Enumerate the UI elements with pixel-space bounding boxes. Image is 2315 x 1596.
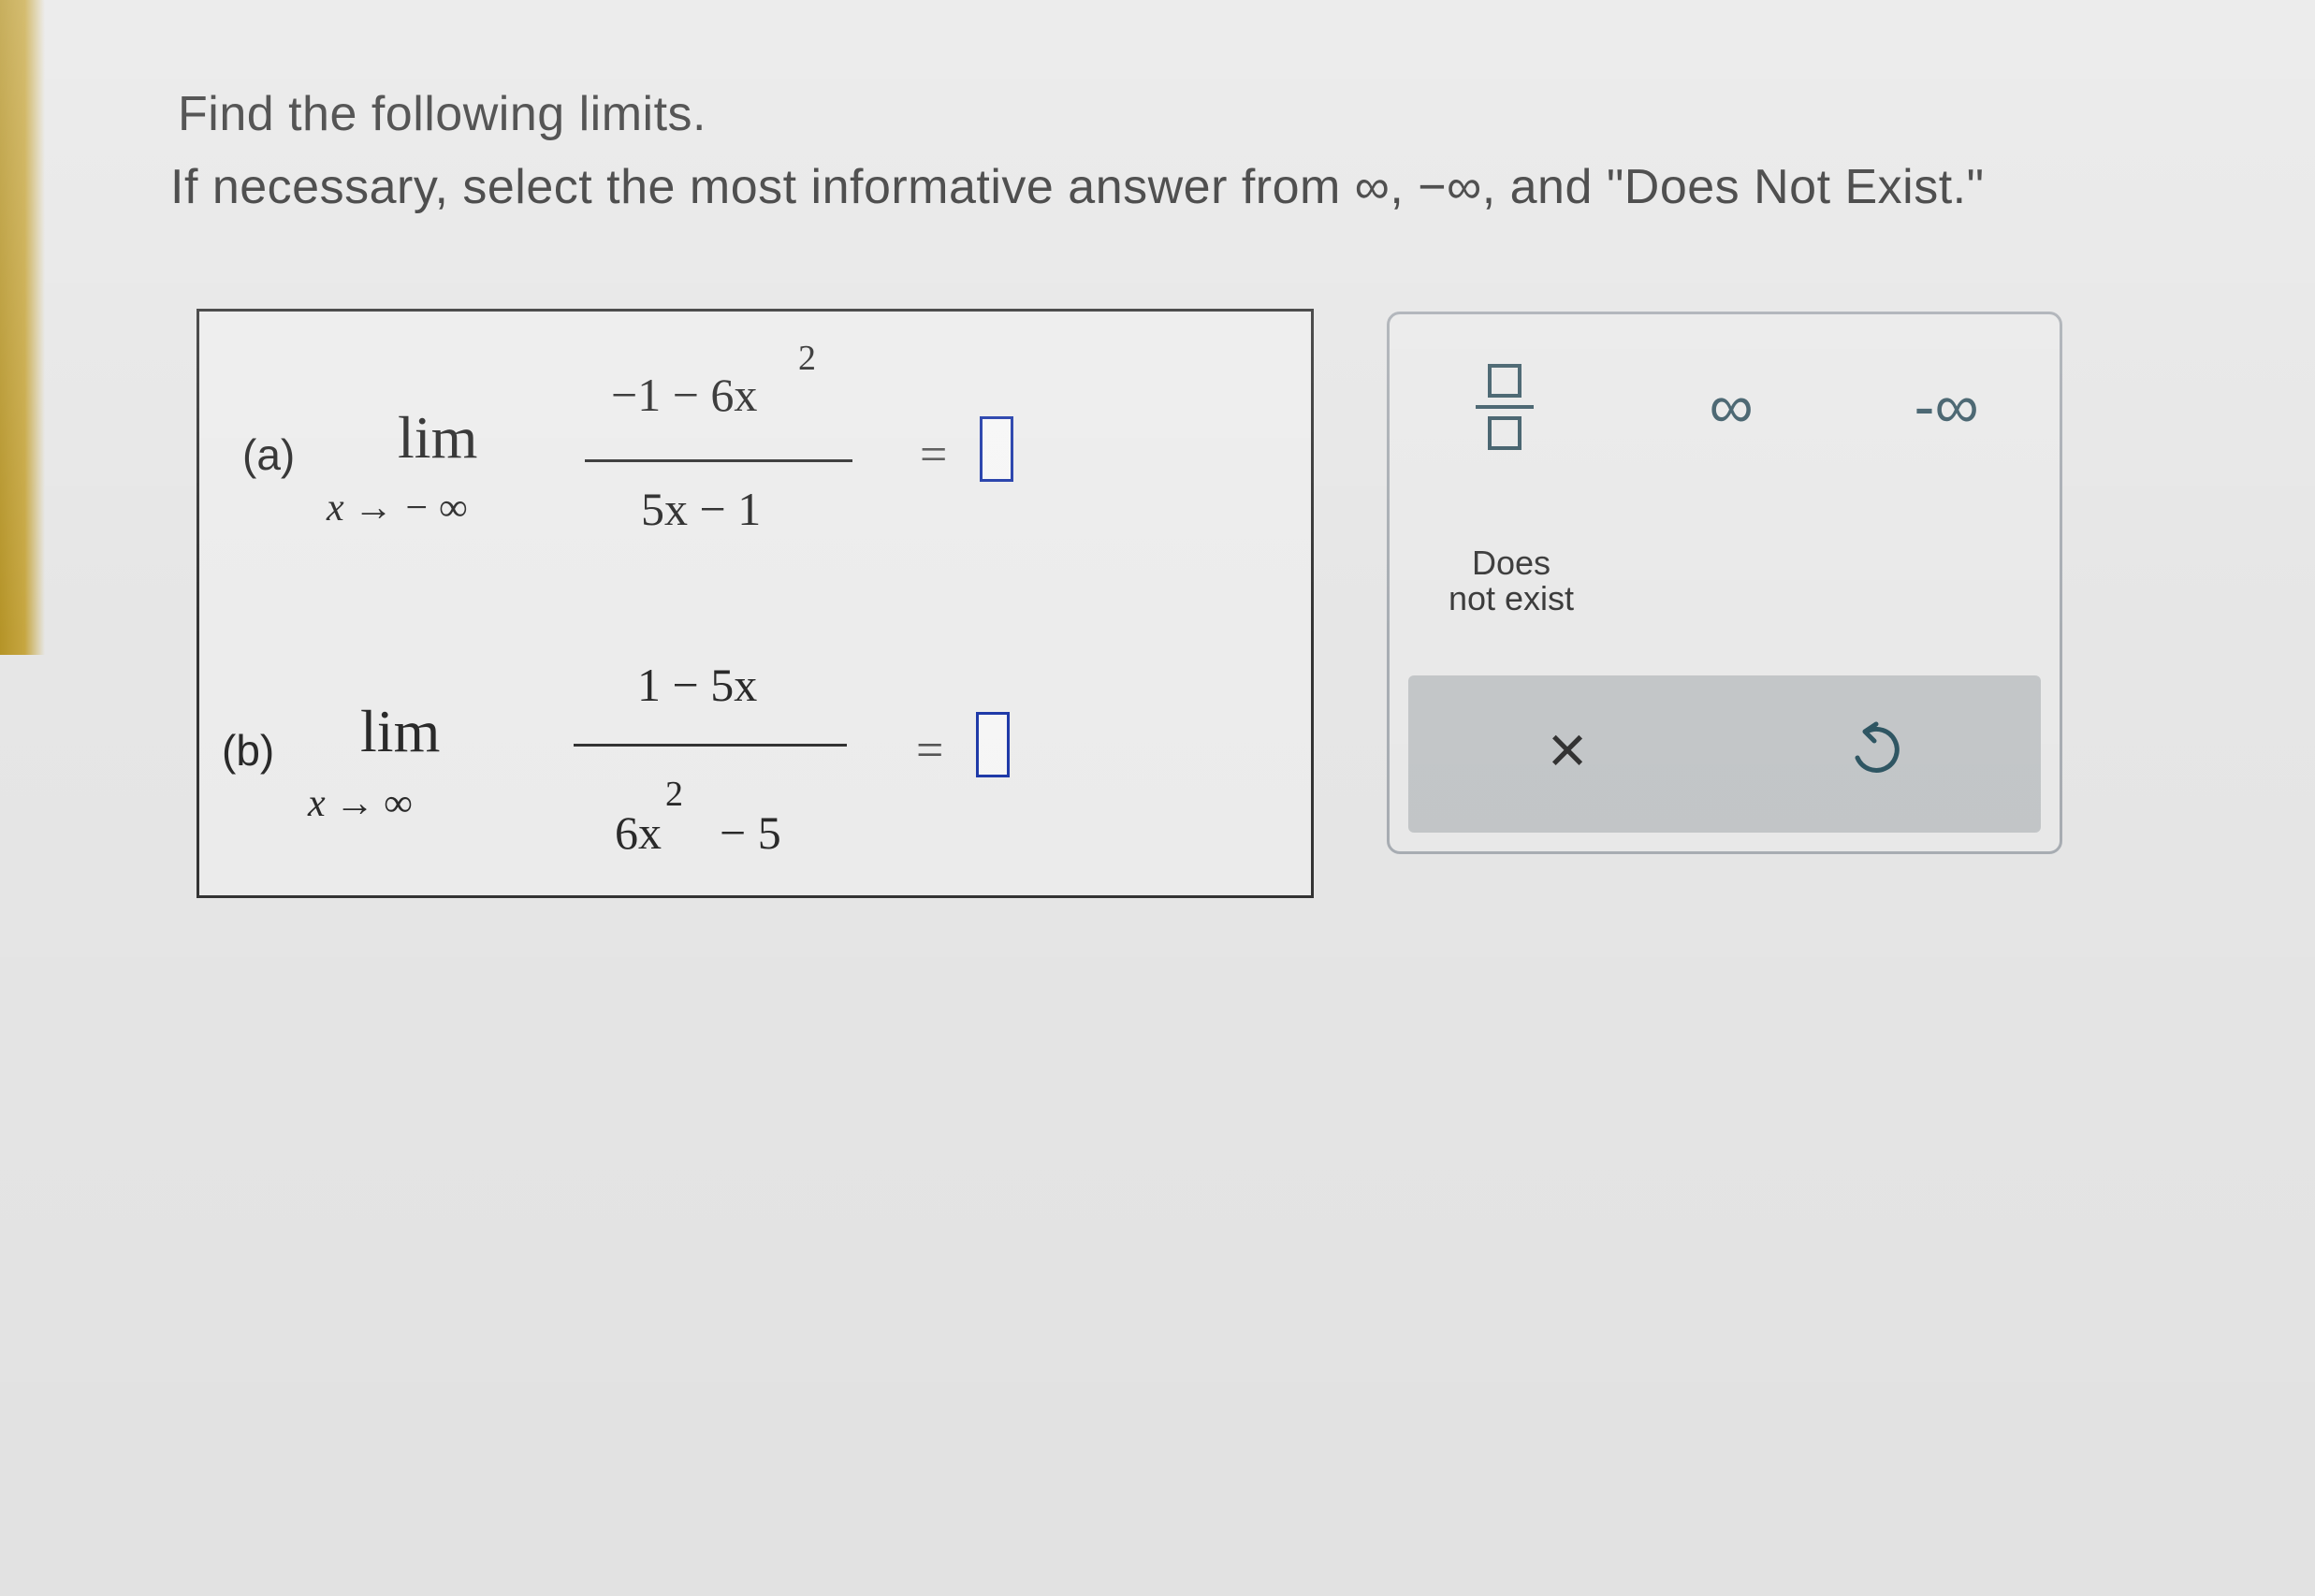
part-b-equals: = — [916, 724, 944, 777]
fraction-icon — [1488, 364, 1521, 398]
part-a-equals: = — [920, 428, 948, 482]
infinity-button[interactable]: ∞ — [1670, 369, 1792, 443]
undo-icon — [1855, 721, 1900, 773]
part-a-fraction-bar — [585, 459, 852, 462]
part-a-answer-input[interactable] — [980, 416, 1013, 482]
prompt-instructions: If necessary, select the most informativ… — [170, 160, 1985, 214]
part-a-numerator: −1 − 6x — [611, 369, 758, 421]
part-b-denominator: 6x — [615, 806, 662, 859]
negative-infinity-button[interactable]: -∞ — [1867, 369, 2026, 443]
keypad-action-bar: × — [1408, 675, 2041, 833]
answer-keypad: ∞ -∞ Does not exist × — [1387, 312, 2062, 854]
part-a-numerator-exponent: 2 — [798, 339, 816, 378]
part-a-label: (a) — [242, 430, 296, 479]
dne-label-line2: not exist — [1448, 579, 1575, 617]
dne-label-line1: Does — [1471, 544, 1551, 582]
prompt-title: Find the following limits. — [178, 87, 706, 141]
problem-box: (a) lim x → − ∞ −1 − 6x 2 5x − 1 = (b) l… — [197, 309, 1314, 898]
part-a-approach: x → − ∞ — [327, 486, 468, 530]
close-icon: × — [1547, 713, 1588, 788]
clear-button[interactable]: × — [1521, 704, 1614, 797]
does-not-exist-button[interactable]: Does not exist — [1418, 534, 1605, 628]
undo-button[interactable] — [1829, 704, 1923, 797]
part-b-denominator-exponent: 2 — [665, 775, 683, 814]
part-b-answer-input[interactable] — [976, 712, 1010, 777]
part-b-lim: lim — [360, 698, 441, 764]
part-b-denominator-constant: − 5 — [720, 806, 781, 859]
part-a-lim: lim — [398, 404, 478, 471]
part-b-approach: x → ∞ — [308, 782, 413, 825]
part-b-fraction-bar — [574, 744, 847, 747]
fraction-button[interactable] — [1463, 355, 1547, 458]
part-b-label: (b) — [222, 726, 275, 775]
part-a-denominator: 5x − 1 — [641, 483, 762, 535]
part-b-numerator: 1 − 5x — [637, 659, 758, 711]
screen-edge — [0, 0, 45, 655]
